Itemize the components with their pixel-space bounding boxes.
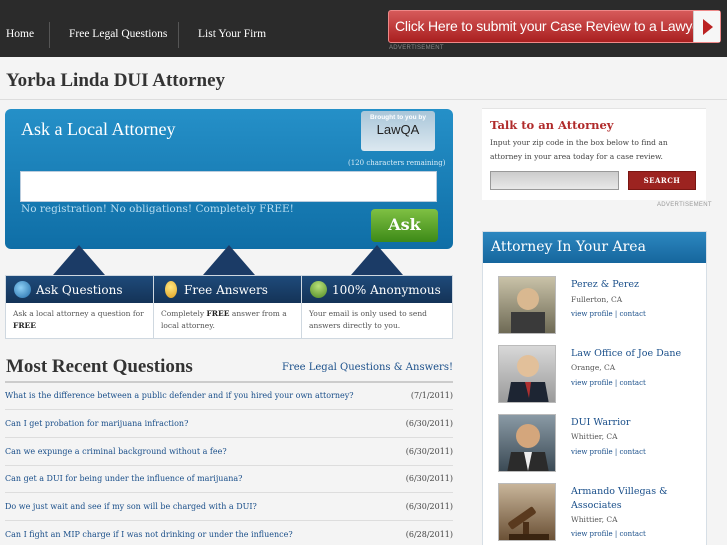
attorney-photo[interactable]	[498, 414, 556, 472]
attorney-name-link[interactable]: DUI Warrior	[571, 416, 691, 430]
attorney-listing: Armando Villegas & Associates Whittier, …	[483, 483, 706, 545]
feature-body: Completely FREE answer from a local atto…	[161, 309, 287, 330]
attorney-photo[interactable]	[498, 276, 556, 334]
question-link[interactable]: Can we expunge a criminal background wit…	[5, 447, 227, 456]
question-link[interactable]: Do we just wait and see if my son will b…	[5, 502, 257, 511]
question-row: Can I fight an MIP charge if I was not d…	[5, 522, 453, 545]
question-input[interactable]	[20, 171, 437, 202]
divider	[0, 99, 727, 100]
brought-by-label: Brought to you by	[370, 114, 426, 121]
pointer-arrow	[351, 245, 403, 275]
feature-title: 100% Anonymous	[332, 283, 441, 297]
talk-to-attorney-box: Talk to an Attorney Input your zip code …	[482, 108, 706, 200]
question-date: (6/30/2011)	[405, 502, 453, 511]
ad-label: ADVERTISEMENT	[657, 202, 712, 208]
no-registration-text: No registration! No obligations! Complet…	[21, 203, 294, 215]
user-icon	[310, 281, 327, 298]
feature-anonymous: 100% Anonymous Your email is only used t…	[301, 275, 453, 339]
nav-free-legal-questions[interactable]: Free Legal Questions	[69, 0, 167, 57]
profile-contact-links[interactable]: view profile | contact	[571, 530, 646, 538]
question-link[interactable]: Can get a DUI for being under the influe…	[5, 474, 242, 483]
attorney-listing: DUI Warrior Whittier, CA view profile | …	[483, 414, 706, 476]
nav-home[interactable]: Home	[6, 0, 34, 57]
question-link[interactable]: What is the difference between a public …	[5, 391, 354, 400]
lawqa-logo: Brought to you by LawQA	[361, 111, 435, 151]
recent-questions-heading: Most Recent Questions	[6, 356, 193, 377]
attorney-name-link[interactable]: Perez & Perez	[571, 278, 691, 292]
pointer-arrow	[203, 245, 255, 275]
arrow-right-icon	[693, 11, 720, 42]
question-date: (7/1/2011)	[410, 391, 453, 400]
attorney-photo[interactable]	[498, 483, 556, 541]
talk-description: Input your zip code in the box below to …	[490, 138, 668, 161]
profile-contact-links[interactable]: view profile | contact	[571, 310, 646, 318]
ask-button[interactable]: Ask	[371, 209, 438, 242]
attorney-photo[interactable]	[498, 345, 556, 403]
question-row: Can I get probation for marijuana infrac…	[5, 411, 453, 438]
top-nav: Home Free Legal Questions List Your Firm…	[0, 0, 727, 57]
search-button[interactable]: SEARCH	[628, 171, 696, 190]
chat-bubble-icon	[14, 281, 31, 298]
area-heading: Attorney In Your Area	[483, 232, 706, 263]
nav-list-your-firm[interactable]: List Your Firm	[198, 0, 266, 57]
question-date: (6/30/2011)	[405, 419, 453, 428]
case-review-cta-button[interactable]: Click Here to submit your Case Review to…	[388, 10, 721, 43]
question-row: What is the difference between a public …	[5, 383, 453, 410]
feature-ask-questions: Ask Questions Ask a local attorney a que…	[5, 275, 154, 339]
question-date: (6/28/2011)	[405, 530, 453, 539]
profile-contact-links[interactable]: view profile | contact	[571, 448, 646, 456]
ad-label: ADVERTISEMENT	[389, 45, 444, 51]
feature-body: Your email is only used to send answers …	[309, 309, 427, 330]
features-row: Ask Questions Ask a local attorney a que…	[5, 275, 453, 339]
attorney-listing: Law Office of Joe Dane Orange, CA view p…	[483, 345, 706, 407]
feature-title: Ask Questions	[36, 283, 123, 297]
free-legal-qa-link[interactable]: Free Legal Questions & Answers!	[282, 362, 453, 373]
nav-divider	[178, 22, 179, 48]
question-row: Can get a DUI for being under the influe…	[5, 466, 453, 493]
feature-free-answers: Free Answers Completely FREE answer from…	[153, 275, 302, 339]
lawqa-brand: LawQA	[376, 122, 420, 137]
chars-remaining: (120 characters remaining)	[348, 159, 446, 167]
attorney-city: Fullerton, CA	[571, 295, 623, 304]
question-link[interactable]: Can I fight an MIP charge if I was not d…	[5, 530, 293, 539]
profile-contact-links[interactable]: view profile | contact	[571, 379, 646, 387]
page-title: Yorba Linda DUI Attorney	[6, 70, 226, 91]
feature-title: Free Answers	[184, 283, 268, 297]
pointer-arrow	[53, 245, 105, 275]
attorney-name-link[interactable]: Armando Villegas & Associates	[571, 485, 691, 513]
talk-heading: Talk to an Attorney	[490, 118, 614, 132]
cta-label: Click Here to submit your Case Review to…	[395, 18, 705, 34]
nav-divider	[49, 22, 50, 48]
question-date: (6/30/2011)	[405, 474, 453, 483]
question-date: (6/30/2011)	[405, 447, 453, 456]
question-row: Do we just wait and see if my son will b…	[5, 494, 453, 521]
attorney-name-link[interactable]: Law Office of Joe Dane	[571, 347, 691, 361]
feature-body: Ask a local attorney a question for FREE	[13, 309, 144, 330]
zip-code-input[interactable]	[490, 171, 619, 190]
attorney-city: Whittier, CA	[571, 515, 618, 524]
attorney-listing: Perez & Perez Fullerton, CA view profile…	[483, 276, 706, 338]
attorney-city: Orange, CA	[571, 363, 616, 372]
attorney-in-area-box: Attorney In Your Area Perez & Perez Full…	[482, 231, 707, 545]
attorney-city: Whittier, CA	[571, 432, 618, 441]
question-link[interactable]: Can I get probation for marijuana infrac…	[5, 419, 188, 428]
question-row: Can we expunge a criminal background wit…	[5, 439, 453, 466]
lightbulb-icon	[165, 281, 177, 298]
ask-heading: Ask a Local Attorney	[21, 119, 176, 139]
ask-attorney-panel: Ask a Local Attorney Brought to you by L…	[5, 109, 453, 249]
